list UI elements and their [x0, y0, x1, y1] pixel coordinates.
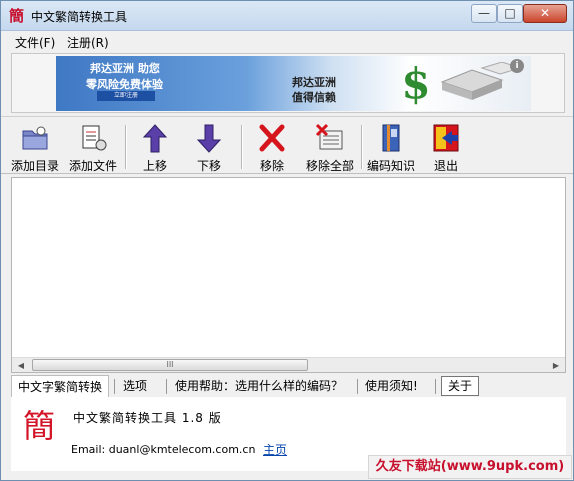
book-icon	[382, 124, 400, 152]
scroll-thumb[interactable]: III	[32, 359, 308, 371]
maximize-button[interactable]: □	[497, 4, 523, 23]
remove-all-button[interactable]: 移除全部	[301, 121, 359, 173]
window-title: 中文繁简转换工具	[31, 10, 128, 24]
tab-divider	[166, 379, 167, 394]
remove-all-icon	[315, 123, 343, 150]
remove-all-label: 移除全部	[305, 159, 354, 173]
close-button[interactable]: ✕	[523, 4, 567, 23]
contact-email: Email: duanl@kmtelecom.com.cn	[71, 443, 256, 456]
app-logo: 簡	[23, 407, 56, 445]
ad-info-icon[interactable]: i	[510, 59, 524, 73]
tab-divider	[435, 379, 436, 394]
app-window: 簡 中文繁简转换工具 — □ ✕ 文件(F) 注册(R) 邦达亚洲 助您 零风险…	[0, 0, 574, 481]
ad-slogan-line2: 值得信赖	[292, 91, 336, 104]
add-folder-button[interactable]: 添加目录	[5, 121, 65, 173]
scroll-right-icon[interactable]: ▶	[550, 360, 562, 371]
toolbar-separator	[241, 125, 243, 169]
folder-add-icon	[22, 126, 48, 150]
tab-help[interactable]: 使用帮助：选用什么样的编码？	[169, 375, 349, 397]
tab-conversion[interactable]: 中文字繁简转换	[11, 375, 110, 397]
arrow-up-icon	[142, 124, 168, 153]
menu-file[interactable]: 文件(F)	[15, 34, 55, 51]
homepage-link[interactable]: 主页	[263, 441, 287, 458]
exit-button[interactable]: 退出	[421, 121, 471, 173]
file-add-icon	[82, 125, 107, 151]
file-list[interactable]: ◀ III ▶	[11, 177, 566, 373]
exit-icon	[433, 124, 459, 152]
encoding-info-label: 编码知识	[366, 159, 415, 173]
ad-panel: 邦达亚洲 助您 零风险免费体验 立即注册 邦达亚洲 值得信赖 $ i	[11, 53, 565, 113]
menu-register[interactable]: 注册(R)	[67, 34, 109, 51]
app-icon: 簡	[9, 7, 25, 25]
move-up-button[interactable]: 上移	[129, 121, 181, 173]
add-folder-label: 添加目录	[10, 159, 59, 173]
product-version: 中文繁简转换工具 1.8 版	[73, 411, 222, 425]
move-up-label: 上移	[142, 159, 167, 173]
ad-text-line1: 邦达亚洲 助您	[90, 62, 160, 75]
remove-label: 移除	[259, 159, 284, 173]
move-down-button[interactable]: 下移	[183, 121, 235, 173]
scroll-left-icon[interactable]: ◀	[15, 360, 27, 371]
tab-notice[interactable]: 使用须知!	[359, 375, 424, 397]
x-icon	[259, 124, 285, 152]
encoding-info-button[interactable]: 编码知识	[365, 121, 417, 173]
tab-divider	[114, 379, 115, 394]
title-bar[interactable]: 簡 中文繁简转换工具 — □ ✕	[1, 1, 573, 31]
add-file-label: 添加文件	[68, 159, 117, 173]
ad-banner[interactable]: 邦达亚洲 助您 零风险免费体验 立即注册 邦达亚洲 值得信赖 $ i	[56, 56, 531, 111]
ad-register-button[interactable]: 立即注册	[97, 91, 155, 101]
remove-button[interactable]: 移除	[247, 121, 297, 173]
tab-about[interactable]: 关于	[441, 376, 480, 396]
minimize-button[interactable]: —	[471, 4, 497, 23]
toolbar-separator	[361, 125, 363, 169]
toolbar: 添加目录 添加文件 上移 下移 移除 移除全部 编码知识 退出	[1, 116, 573, 174]
menu-bar: 文件(F) 注册(R)	[1, 32, 573, 51]
ad-slogan-line1: 邦达亚洲	[292, 76, 336, 89]
puzzle-blocks-image	[440, 62, 522, 100]
ad-text-line2: 零风险免费体验	[86, 78, 163, 91]
move-down-label: 下移	[196, 159, 221, 173]
tab-options[interactable]: 选项	[117, 375, 153, 397]
tab-strip: 中文字繁简转换 选项 使用帮助：选用什么样的编码？ 使用须知! 关于	[11, 375, 566, 397]
add-file-button[interactable]: 添加文件	[63, 121, 123, 173]
tab-divider	[357, 379, 358, 394]
horizontal-scrollbar[interactable]: ◀ III ▶	[12, 357, 565, 372]
exit-label: 退出	[433, 159, 458, 173]
site-watermark: 久友下载站(www.9upk.com)	[368, 455, 572, 479]
toolbar-separator	[125, 125, 127, 169]
arrow-down-icon	[196, 124, 222, 153]
